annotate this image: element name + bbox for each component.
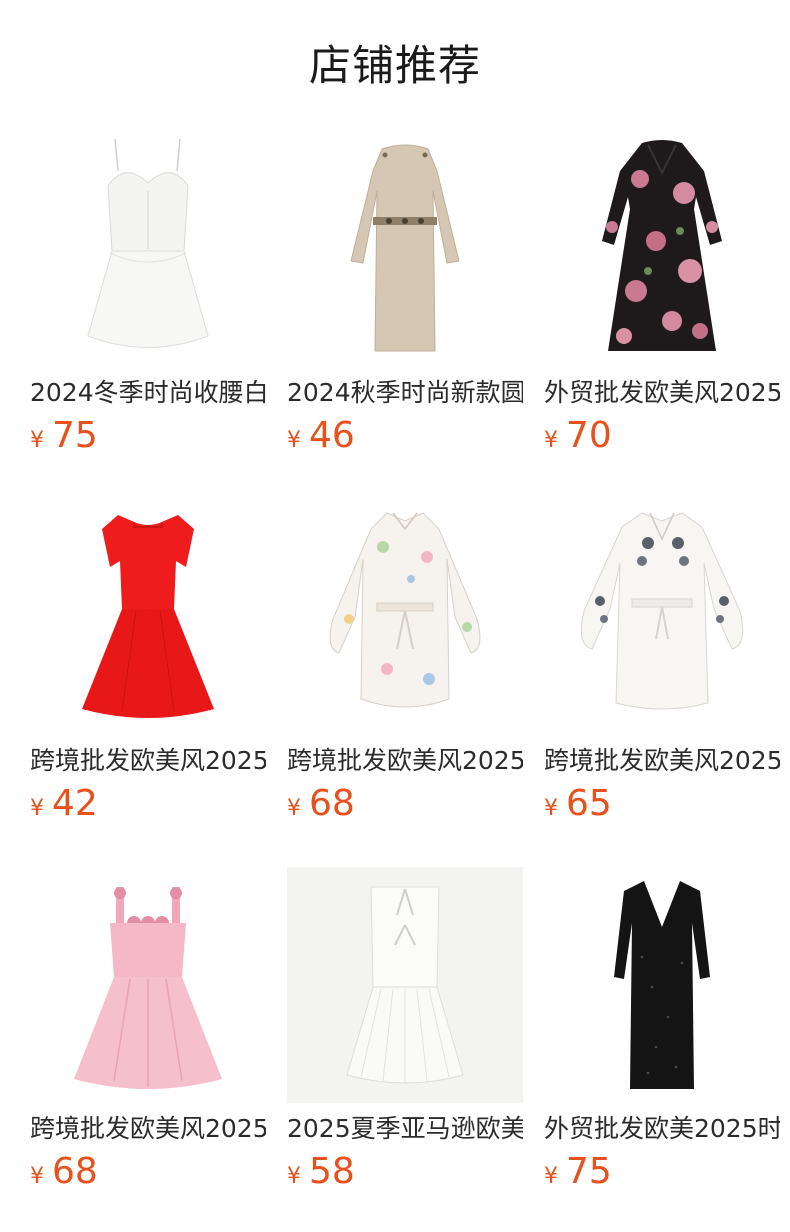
currency-symbol: ¥ — [287, 1164, 301, 1189]
product-name[interactable]: 跨境批发欧美风2025 — [287, 743, 523, 779]
price-value: 65 — [566, 783, 612, 824]
price-value: 68 — [52, 1151, 98, 1192]
product-card[interactable]: 2024秋季时尚新款圆 ¥46 — [287, 131, 523, 466]
product-image[interactable] — [544, 499, 780, 735]
currency-symbol: ¥ — [544, 428, 558, 453]
product-image[interactable] — [544, 131, 780, 367]
currency-symbol: ¥ — [30, 428, 44, 453]
product-card[interactable]: 2025夏季亚马逊欧美 ¥58 — [287, 867, 523, 1202]
product-price: ¥68 — [30, 1151, 98, 1193]
page-title: 店铺推荐 — [308, 41, 481, 90]
currency-symbol: ¥ — [30, 1164, 44, 1189]
product-card[interactable]: 外贸批发欧美风2025 ¥70 — [544, 131, 780, 466]
product-card[interactable]: 2024冬季时尚收腰白 ¥75 — [30, 131, 266, 466]
product-price: ¥75 — [544, 1151, 612, 1193]
product-name[interactable]: 2024冬季时尚收腰白 — [30, 375, 266, 411]
currency-symbol: ¥ — [544, 1164, 558, 1189]
price-value: 42 — [52, 783, 98, 824]
currency-symbol: ¥ — [287, 428, 301, 453]
product-price: ¥70 — [544, 415, 612, 457]
product-image[interactable] — [30, 867, 266, 1103]
currency-symbol: ¥ — [544, 796, 558, 821]
product-image[interactable] — [544, 867, 780, 1103]
product-name[interactable]: 2025夏季亚马逊欧美 — [287, 1111, 523, 1147]
product-card[interactable]: 跨境批发欧美风2025 ¥68 — [287, 499, 523, 834]
product-card[interactable]: 外贸批发欧美2025时 ¥75 — [544, 867, 780, 1202]
product-price: ¥75 — [30, 415, 98, 457]
product-name[interactable]: 跨境批发欧美风2025 — [544, 743, 780, 779]
product-name[interactable]: 外贸批发欧美2025时 — [544, 1111, 780, 1147]
product-name[interactable]: 外贸批发欧美风2025 — [544, 375, 780, 411]
product-name[interactable]: 跨境批发欧美风2025 — [30, 743, 266, 779]
product-image[interactable] — [30, 131, 266, 367]
product-price: ¥58 — [287, 1151, 355, 1193]
price-value: 70 — [566, 415, 612, 456]
product-image[interactable] — [30, 499, 266, 735]
product-name[interactable]: 跨境批发欧美风2025 — [30, 1111, 266, 1147]
product-name[interactable]: 2024秋季时尚新款圆 — [287, 375, 523, 411]
price-value: 75 — [566, 1151, 612, 1192]
price-value: 75 — [52, 415, 98, 456]
product-price: ¥42 — [30, 783, 98, 825]
product-price: ¥68 — [287, 783, 355, 825]
product-price: ¥46 — [287, 415, 355, 457]
product-card[interactable]: 跨境批发欧美风2025 ¥68 — [30, 867, 266, 1202]
currency-symbol: ¥ — [30, 796, 44, 821]
product-price: ¥65 — [544, 783, 612, 825]
product-card[interactable]: 跨境批发欧美风2025 ¥65 — [544, 499, 780, 834]
product-image[interactable] — [287, 131, 523, 367]
product-image[interactable] — [287, 499, 523, 735]
currency-symbol: ¥ — [287, 796, 301, 821]
price-value: 58 — [309, 1151, 355, 1192]
price-value: 46 — [309, 415, 355, 456]
product-card[interactable]: 跨境批发欧美风2025 ¥42 — [30, 499, 266, 834]
product-image[interactable] — [287, 867, 523, 1103]
price-value: 68 — [309, 783, 355, 824]
